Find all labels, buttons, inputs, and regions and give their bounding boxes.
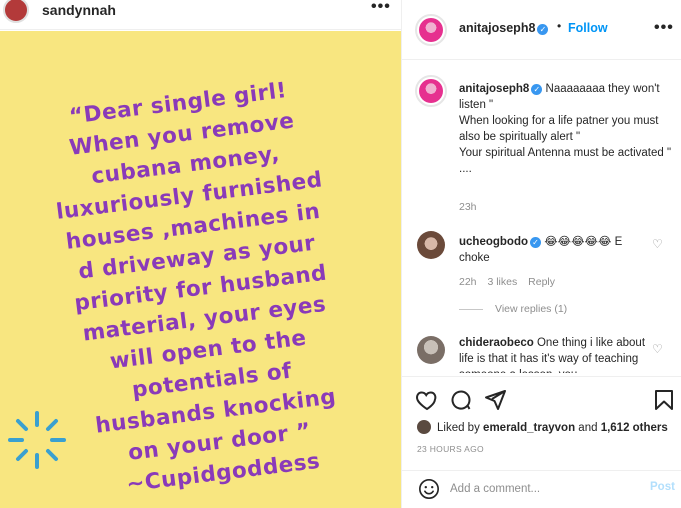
likes-others[interactable]: 1,612 others <box>601 422 668 434</box>
verified-icon: ✓ <box>530 237 541 248</box>
repost-header: sandynnah ••• <box>0 0 401 30</box>
action-bar: Liked by emerald_trayvon and 1,612 other… <box>402 376 681 472</box>
comment-username[interactable]: ucheogbodo <box>459 236 528 248</box>
heart-icon[interactable] <box>415 388 439 412</box>
liker-username[interactable]: emerald_trayvon <box>483 422 575 434</box>
likes-joiner: and <box>578 422 598 434</box>
caption-username[interactable]: anitajoseph8 <box>459 83 529 95</box>
repost-username[interactable]: sandynnah <box>42 2 116 18</box>
comment-like-icon[interactable]: ♡ <box>652 237 663 251</box>
author-username[interactable]: anitajoseph8 ✓ <box>459 21 549 35</box>
caption-line: .... <box>459 163 472 175</box>
verified-icon: ✓ <box>531 84 543 95</box>
comment-text: ucheogbodo ✓ 😂😂😂😂😂 E choke <box>459 234 649 266</box>
likes-prefix: Liked by <box>437 422 480 434</box>
repost-avatar[interactable] <box>3 0 29 23</box>
author-username-text[interactable]: anitajoseph8 <box>459 21 535 35</box>
comment-meta: 22h 3 likes Reply <box>459 276 563 288</box>
caption-avatar[interactable] <box>415 75 447 107</box>
author-avatar[interactable] <box>415 14 447 46</box>
liker-avatar[interactable] <box>417 420 431 434</box>
post-sidebar: anitajoseph8 ✓ • Follow ••• anitajoseph8 ✓… <box>401 0 681 508</box>
header-separator: • <box>557 19 562 33</box>
share-icon[interactable] <box>483 388 507 412</box>
reply-button[interactable]: Reply <box>528 276 555 288</box>
comment-likes[interactable]: 3 likes <box>487 276 517 288</box>
reply-divider <box>459 308 483 310</box>
post-header: anitajoseph8 ✓ • Follow ••• <box>402 0 681 60</box>
bookmark-icon[interactable] <box>652 388 676 412</box>
caption-line: When looking for a life patner you must … <box>459 115 659 143</box>
post-image[interactable]: “Dear single girl! When you remove cuban… <box>0 31 401 508</box>
comment-avatar[interactable] <box>417 336 445 364</box>
comment-username[interactable]: chideraobeco <box>459 337 534 349</box>
verified-icon: ✓ <box>537 24 549 35</box>
posted-time[interactable]: 23 HOURS AGO <box>417 444 484 454</box>
emoji-icon[interactable] <box>418 478 440 500</box>
comment-like-icon[interactable]: ♡ <box>652 342 663 356</box>
comment-input[interactable] <box>450 479 640 499</box>
comment-avatar[interactable] <box>417 231 445 259</box>
comment-icon[interactable] <box>449 388 473 412</box>
caption-time[interactable]: 23h <box>459 201 477 213</box>
post-comment-button[interactable]: Post <box>650 481 675 493</box>
caption-text: anitajoseph8 ✓ Naaaaaaaa they won't liste… <box>459 81 674 177</box>
caption-line: Your spiritual Antenna must be activated… <box>459 147 672 159</box>
add-comment-bar: Post <box>402 470 681 508</box>
view-replies-button[interactable]: View replies (1) <box>459 303 567 315</box>
comment-time[interactable]: 22h <box>459 276 477 288</box>
view-replies-label[interactable]: View replies (1) <box>495 303 567 315</box>
more-options-icon[interactable]: ••• <box>654 19 674 37</box>
comment-text: chideraobeco One thing i like about life… <box>459 335 649 373</box>
repost-more-icon[interactable]: ••• <box>371 0 391 16</box>
sparkle-burst-icon <box>8 411 66 469</box>
likes-summary: Liked by emerald_trayvon and 1,612 other… <box>417 420 668 434</box>
follow-button[interactable]: Follow <box>568 21 608 35</box>
